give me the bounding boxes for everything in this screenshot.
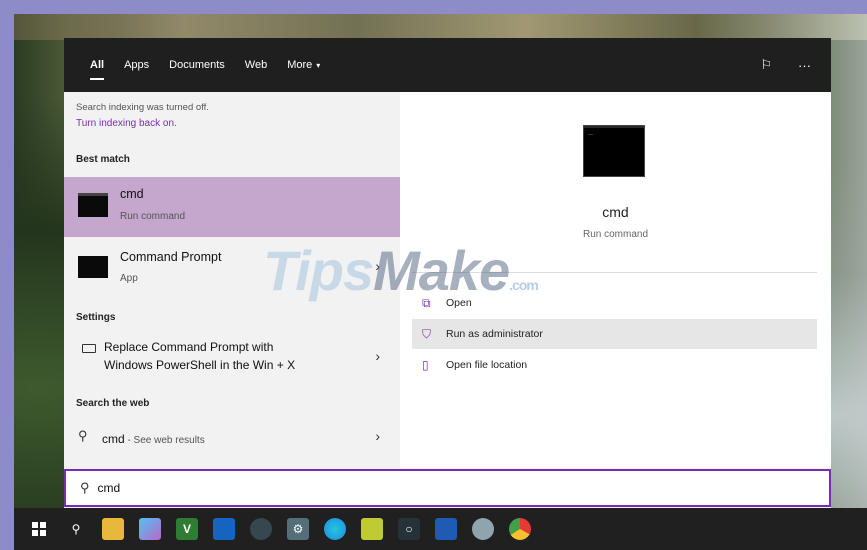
- chrome-icon[interactable]: [509, 518, 531, 540]
- list-item-title: Command Prompt: [120, 250, 222, 264]
- preview-pane: cmd Run command ⧉ Open ⛉ Run as administ…: [400, 92, 831, 468]
- indexing-notice: Search indexing was turned off.: [76, 102, 209, 113]
- cmd-icon: [78, 193, 108, 217]
- chevron-right-icon[interactable]: ›: [375, 258, 380, 274]
- settings-item-line2: Windows PowerShell in the Win + X: [104, 358, 296, 372]
- edge-icon[interactable]: [324, 518, 346, 540]
- cmd-preview-icon: [584, 126, 644, 176]
- taskbar: ⚲ V ⚙ ○: [14, 508, 867, 550]
- list-item-command-prompt[interactable]: Command Prompt App ›: [64, 244, 400, 294]
- preview-subtitle: Run command: [582, 229, 649, 240]
- tab-all[interactable]: All: [90, 38, 105, 92]
- open-icon: ⧉: [422, 295, 431, 310]
- indexing-link[interactable]: Turn indexing back on.: [76, 118, 177, 129]
- paint-icon[interactable]: [139, 518, 161, 540]
- settings-item[interactable]: Replace Command Prompt with Windows Powe…: [64, 338, 400, 384]
- chevron-down-icon: ▾: [316, 60, 321, 70]
- web-result-title: cmd: [102, 432, 125, 446]
- settings-icon[interactable]: ⚙: [287, 518, 309, 540]
- wallpaper-strip: [14, 14, 867, 40]
- tab-more[interactable]: More ▾: [287, 38, 320, 92]
- search-box[interactable]: ⚲: [64, 469, 831, 507]
- word-icon[interactable]: [435, 518, 457, 540]
- best-match-subtitle: Run command: [120, 211, 186, 222]
- divider: [412, 272, 817, 273]
- section-best-match: Best match: [76, 154, 130, 165]
- chevron-right-icon[interactable]: ›: [375, 428, 380, 444]
- action-open-file-location[interactable]: ▯ Open file location: [412, 350, 817, 380]
- chevron-right-icon[interactable]: ›: [375, 348, 380, 364]
- search-panel: All Apps Documents Web More ▾ ⚐ ··· Sear…: [64, 38, 831, 508]
- file-location-icon: ▯: [422, 358, 429, 372]
- steam-icon[interactable]: [250, 518, 272, 540]
- web-result-subtitle: - See web results: [124, 435, 205, 446]
- top-icons: ⚐ ···: [760, 57, 811, 73]
- command-prompt-icon: [78, 256, 108, 278]
- action-run-as-admin[interactable]: ⛉ Run as administrator: [412, 319, 817, 349]
- search-input[interactable]: [97, 481, 698, 495]
- search-tabs-bar: All Apps Documents Web More ▾ ⚐ ···: [64, 38, 831, 92]
- tab-documents[interactable]: Documents: [169, 38, 225, 92]
- vim-icon[interactable]: V: [176, 518, 198, 540]
- display-icon: [82, 344, 96, 353]
- more-options-icon[interactable]: ···: [798, 58, 811, 73]
- cloud-icon[interactable]: [472, 518, 494, 540]
- search-icon: ⚲: [78, 428, 88, 443]
- notepad-icon[interactable]: [361, 518, 383, 540]
- feedback-icon[interactable]: ⚐: [760, 57, 772, 73]
- file-explorer-icon[interactable]: [102, 518, 124, 540]
- section-search-web: Search the web: [76, 398, 150, 409]
- shield-icon: ⛉: [422, 326, 432, 341]
- tab-apps[interactable]: Apps: [124, 38, 149, 92]
- search-icon: ⚲: [80, 480, 90, 495]
- list-item-subtitle: App: [120, 273, 138, 284]
- action-open-label: Open: [446, 297, 472, 309]
- web-result-item[interactable]: ⚲ cmd - See web results ›: [64, 422, 400, 452]
- action-run-as-admin-label: Run as administrator: [446, 328, 543, 340]
- action-open-file-location-label: Open file location: [446, 359, 528, 371]
- search-icon[interactable]: ⚲: [65, 518, 87, 540]
- windows-logo-icon[interactable]: [28, 518, 50, 540]
- action-open[interactable]: ⧉ Open: [412, 288, 817, 318]
- photoshop-icon[interactable]: ○: [398, 518, 420, 540]
- results-list: Search indexing was turned off. Turn ind…: [64, 92, 400, 468]
- tab-web[interactable]: Web: [245, 38, 267, 92]
- section-settings: Settings: [76, 312, 116, 323]
- best-match-title: cmd: [120, 187, 144, 201]
- vscode-icon[interactable]: [213, 518, 235, 540]
- preview-title: cmd: [602, 204, 629, 220]
- best-match-item[interactable]: cmd Run command: [64, 177, 400, 237]
- tab-more-label: More: [287, 59, 313, 71]
- settings-item-line1: Replace Command Prompt with: [104, 340, 274, 354]
